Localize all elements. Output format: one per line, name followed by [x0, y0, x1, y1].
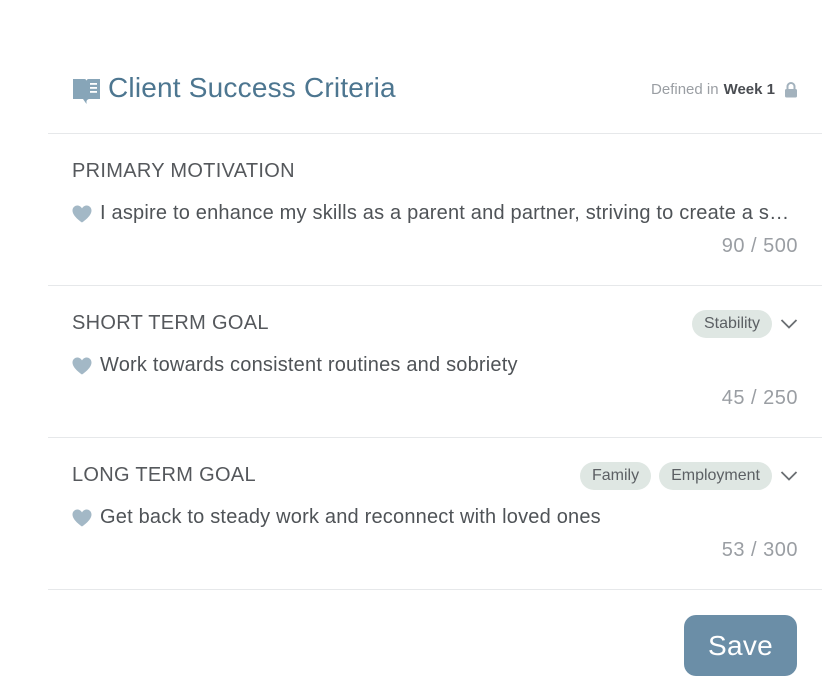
motivation-text: I aspire to enhance my skills as a paren… — [100, 202, 798, 224]
short-term-goal-section: SHORT TERM GOAL Stability Work towards c… — [48, 286, 822, 438]
save-button[interactable]: Save — [684, 615, 797, 676]
long-term-goal-text: Get back to steady work and reconnect wi… — [100, 506, 601, 528]
tag-list: Family Employment — [572, 462, 798, 490]
tag-family[interactable]: Family — [579, 462, 652, 490]
long-term-goal-field[interactable]: Get back to steady work and reconnect wi… — [72, 506, 798, 529]
section-label: LONG TERM GOAL — [72, 464, 256, 486]
character-count: 90 / 500 — [721, 235, 798, 257]
tag-stability[interactable]: Stability — [691, 310, 772, 338]
success-criteria-card: Client Success Criteria Defined in Week … — [48, 50, 822, 590]
heart-icon — [72, 509, 92, 526]
lock-icon — [785, 81, 797, 97]
page-title: Client Success Criteria — [108, 72, 396, 103]
character-count: 53 / 300 — [721, 539, 798, 561]
section-label: PRIMARY MOTIVATION — [72, 160, 295, 182]
chevron-down-icon[interactable] — [780, 318, 798, 330]
long-term-goal-section: LONG TERM GOAL Family Employment Get bac… — [48, 438, 822, 590]
tag-employment[interactable]: Employment — [659, 462, 772, 490]
card-header: Client Success Criteria Defined in Week … — [48, 50, 822, 134]
defined-week: Week 1 — [723, 81, 775, 98]
section-label: SHORT TERM GOAL — [72, 312, 269, 334]
motivation-field[interactable]: I aspire to enhance my skills as a paren… — [72, 202, 798, 225]
defined-in-info: Defined in Week 1 — [651, 81, 798, 98]
heart-icon — [72, 205, 92, 222]
heart-icon — [72, 357, 92, 374]
tag-list: Stability — [684, 310, 798, 338]
book-icon — [73, 79, 100, 104]
short-term-goal-field[interactable]: Work towards consistent routines and sob… — [72, 354, 798, 377]
defined-in-label: Defined in — [651, 81, 719, 98]
character-count: 45 / 250 — [721, 387, 798, 409]
primary-motivation-section: PRIMARY MOTIVATION I aspire to enhance m… — [48, 134, 822, 286]
short-term-goal-text: Work towards consistent routines and sob… — [100, 354, 518, 376]
chevron-down-icon[interactable] — [780, 470, 798, 482]
